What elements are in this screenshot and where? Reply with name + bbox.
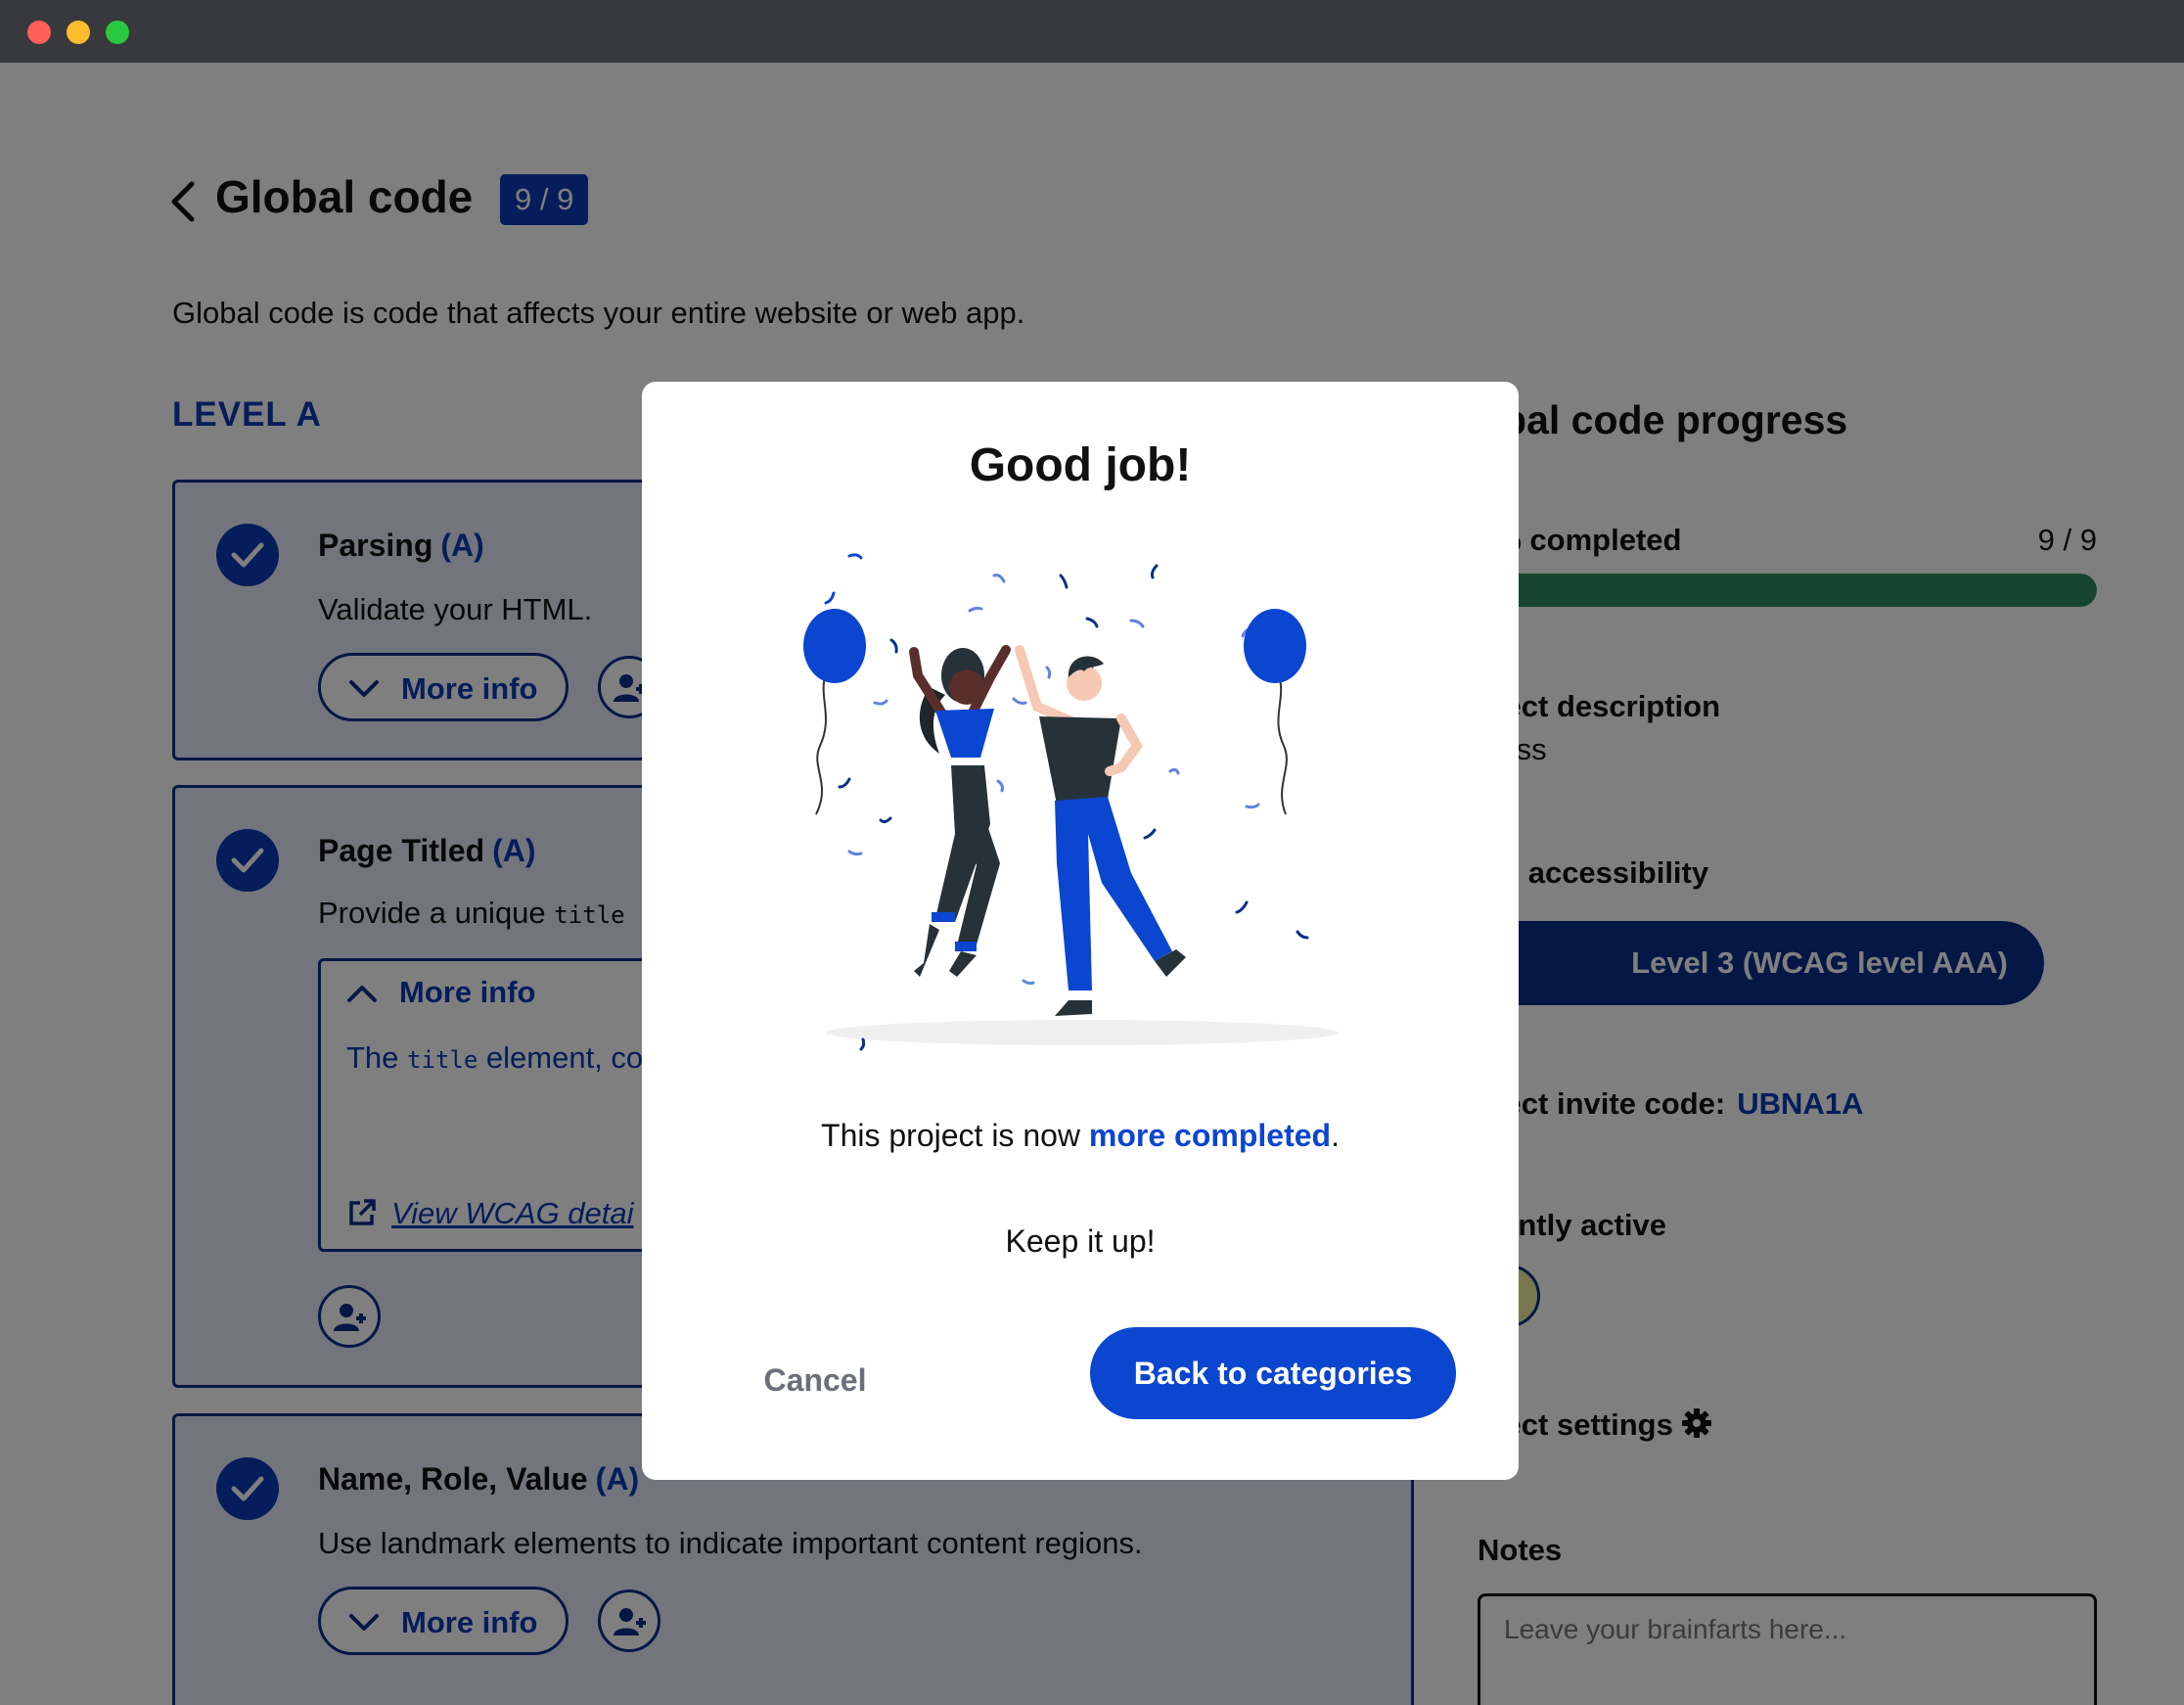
dialog-title: Good job! (969, 439, 1192, 491)
back-to-categories-button[interactable]: Back to categories (1090, 1327, 1456, 1419)
dialog-message: This project is now more completed. (821, 1118, 1340, 1153)
window-zoom-button[interactable] (106, 21, 129, 44)
celebration-illustration (803, 553, 1339, 1051)
window-minimize-button[interactable] (67, 21, 90, 44)
cancel-button[interactable]: Cancel (732, 1351, 898, 1409)
window-close-button[interactable] (27, 21, 51, 44)
completion-dialog: Good job! This project is now more compl… (642, 382, 1519, 1480)
window-titlebar (0, 0, 2184, 63)
dialog-sub-message: Keep it up! (1005, 1223, 1156, 1259)
